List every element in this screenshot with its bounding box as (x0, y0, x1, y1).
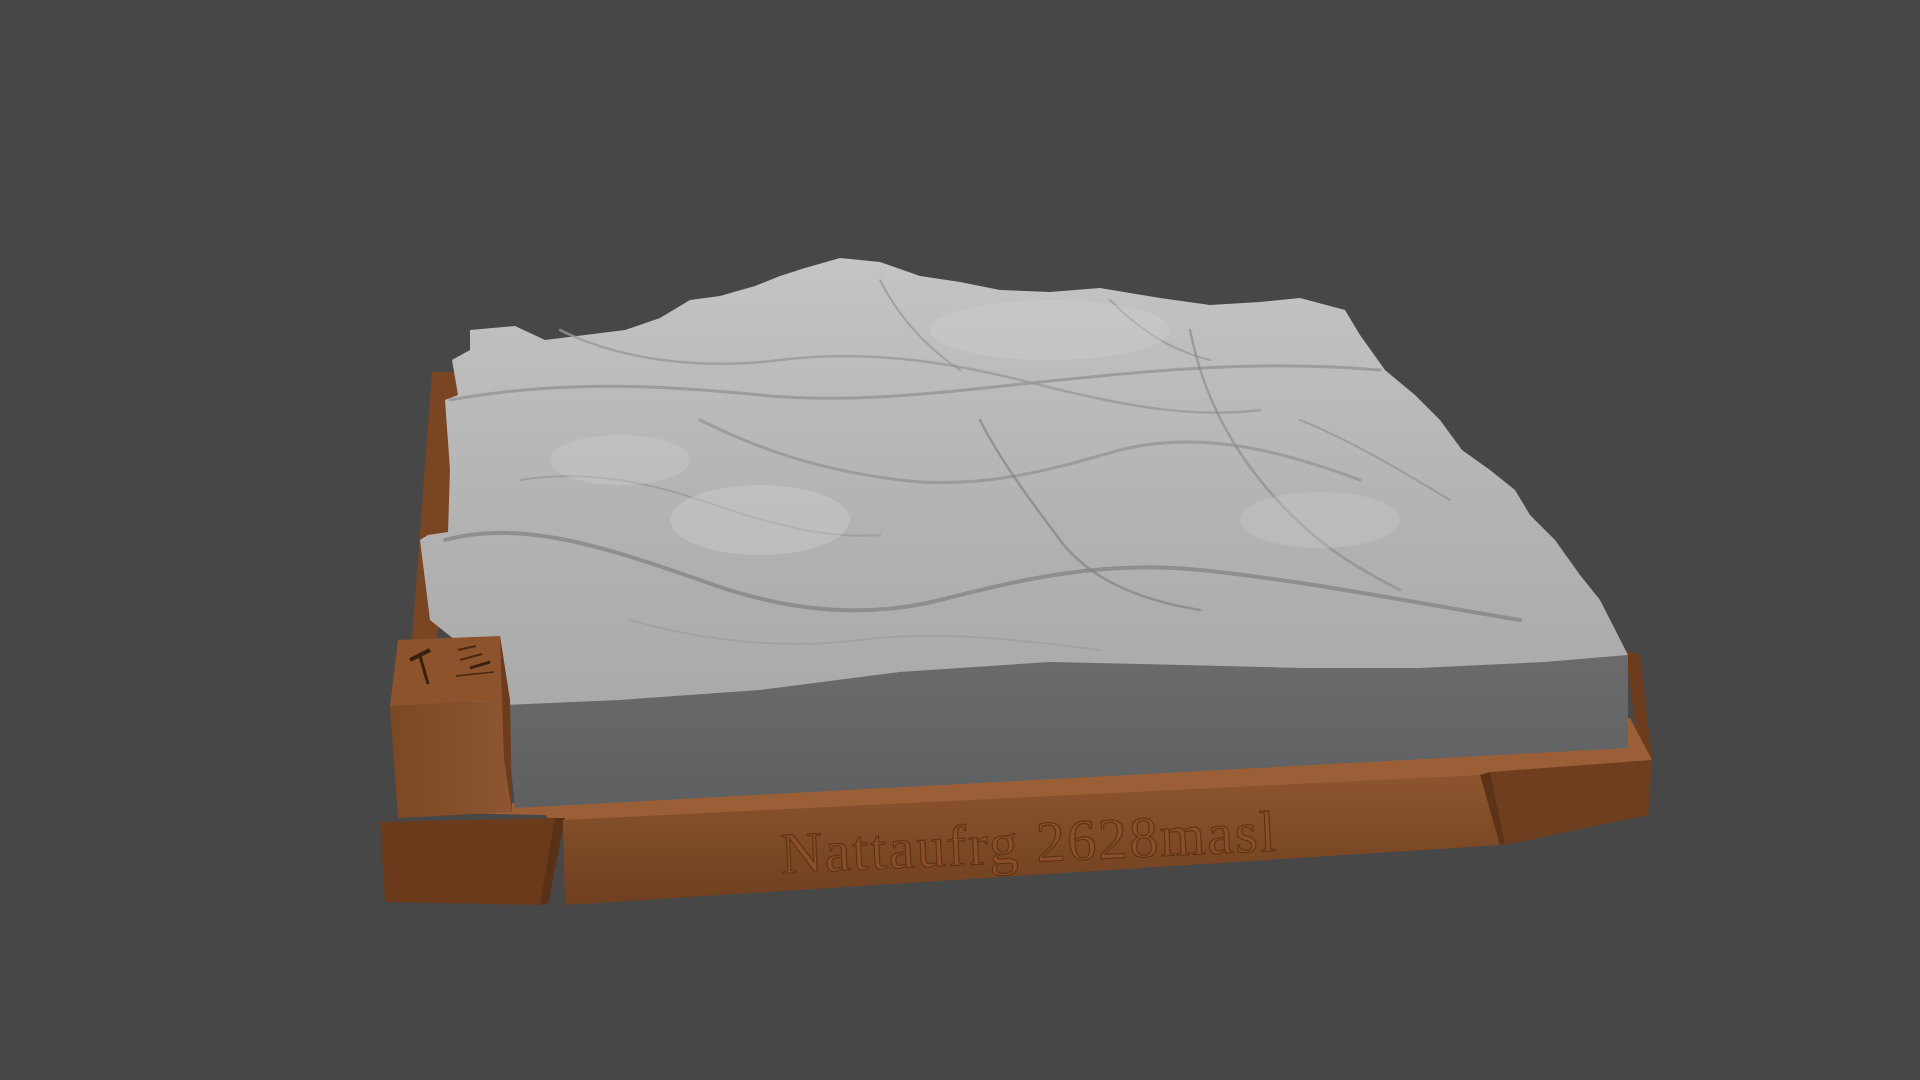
3d-viewport[interactable]: Nattaufrg 2628masl (0, 0, 1920, 1080)
terrain-model-scene: Nattaufrg 2628masl (380, 258, 1652, 905)
terrain-block (420, 258, 1628, 808)
base-front-face (380, 818, 555, 905)
side-block (390, 636, 512, 818)
base-front-right (1490, 760, 1652, 845)
side-block-front (390, 700, 512, 818)
side-block-top (390, 636, 510, 706)
